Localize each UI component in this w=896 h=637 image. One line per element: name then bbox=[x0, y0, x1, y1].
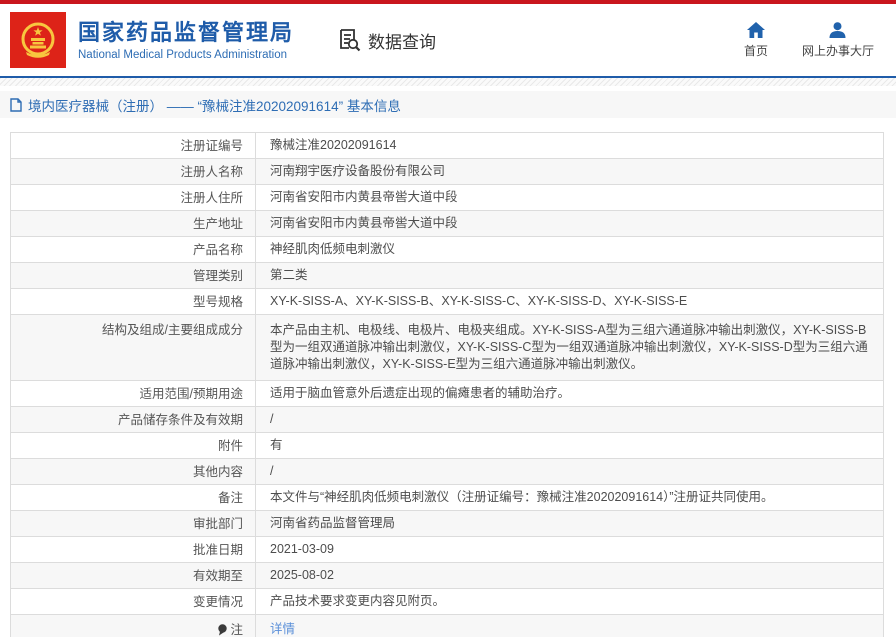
row-label: 附件 bbox=[11, 433, 256, 458]
row-value: 2021-03-09 bbox=[270, 542, 334, 556]
row-label: 结构及组成/主要组成成分 bbox=[11, 315, 256, 380]
home-icon bbox=[746, 21, 765, 38]
row-value: / bbox=[270, 412, 274, 426]
row-label-text: 附件 bbox=[217, 438, 243, 453]
row-label-text: 生产地址 bbox=[192, 216, 243, 231]
row-label-text: 注册人名称 bbox=[180, 164, 243, 179]
row-value: 第二类 bbox=[270, 268, 308, 282]
row-label: 注 bbox=[11, 615, 256, 637]
data-query-label: 数据查询 bbox=[368, 32, 437, 52]
row-label: 生产地址 bbox=[11, 211, 256, 236]
row-label-text: 有效期至 bbox=[192, 568, 243, 583]
row-label: 产品储存条件及有效期 bbox=[11, 407, 256, 432]
table-row: 变更情况 产品技术要求变更内容见附页。 bbox=[11, 588, 883, 614]
row-label-text: 变更情况 bbox=[192, 594, 243, 609]
row-label-text: 产品储存条件及有效期 bbox=[117, 412, 243, 427]
row-value: 河南省安阳市内黄县帝喾大道中段 bbox=[270, 190, 458, 204]
row-label-text: 注 bbox=[230, 622, 243, 637]
row-label-text: 型号规格 bbox=[192, 294, 243, 309]
nav-home[interactable]: 首页 bbox=[743, 21, 768, 59]
site-title-cn: 国家药品监督管理局 bbox=[78, 19, 295, 45]
table-row: 生产地址 河南省安阳市内黄县帝喾大道中段 bbox=[11, 210, 883, 236]
table-row: 注册人名称 河南翔宇医疗设备股份有限公司 bbox=[11, 158, 883, 184]
row-label-text: 产品名称 bbox=[192, 242, 243, 257]
info-table: 注册证编号 豫械注准20202091614 注册人名称 河南翔宇医疗设备股份有限… bbox=[10, 132, 884, 637]
detail-link[interactable]: 详情 bbox=[256, 615, 883, 637]
row-label-text: 其他内容 bbox=[192, 464, 243, 479]
row-value: 豫械注准20202091614 bbox=[270, 138, 397, 152]
row-label: 批准日期 bbox=[11, 537, 256, 562]
table-row: 产品储存条件及有效期 / bbox=[11, 406, 883, 432]
site-header: 国家药品监督管理局 National Medical Products Admi… bbox=[0, 4, 896, 76]
row-value: 本产品由主机、电极线、电极片、电极夹组成。XY-K-SISS-A型为三组六通道脉… bbox=[270, 323, 868, 371]
row-label-text: 注册证编号 bbox=[180, 138, 243, 153]
row-label-text: 注册人住所 bbox=[180, 190, 243, 205]
brand-block: 国家药品监督管理局 National Medical Products Admi… bbox=[78, 20, 294, 61]
table-row: 适用范围/预期用途 适用于脑血管意外后遗症出现的偏瘫患者的辅助治疗。 bbox=[11, 380, 883, 406]
row-label-text: 批准日期 bbox=[192, 542, 243, 557]
table-row: 型号规格 XY-K-SISS-A、XY-K-SISS-B、XY-K-SISS-C… bbox=[11, 288, 883, 314]
row-value: 神经肌肉低频电刺激仪 bbox=[270, 242, 396, 256]
row-label: 其他内容 bbox=[11, 459, 256, 484]
table-row: 批准日期 2021-03-09 bbox=[11, 536, 883, 562]
row-label-text: 结构及组成/主要组成成分 bbox=[102, 323, 243, 337]
national-emblem-icon bbox=[16, 18, 60, 62]
table-row: 审批部门 河南省药品监督管理局 bbox=[11, 510, 883, 536]
table-row: 结构及组成/主要组成成分 本产品由主机、电极线、电极片、电极夹组成。XY-K-S… bbox=[11, 314, 883, 380]
table-row: 注册证编号 豫械注准20202091614 bbox=[11, 133, 883, 158]
row-value: 适用于脑血管意外后遗症出现的偏瘫患者的辅助治疗。 bbox=[270, 386, 571, 400]
nav-online-service[interactable]: 网上办事大厅 bbox=[801, 21, 874, 59]
page-doc-icon bbox=[10, 97, 22, 112]
row-label: 变更情况 bbox=[11, 589, 256, 614]
row-label: 注册人名称 bbox=[11, 159, 256, 184]
table-row: 管理类别 第二类 bbox=[11, 262, 883, 288]
user-icon bbox=[829, 21, 846, 38]
row-label: 产品名称 bbox=[11, 237, 256, 262]
row-label: 备注 bbox=[11, 485, 256, 510]
nav-home-label: 首页 bbox=[743, 43, 768, 58]
row-label: 审批部门 bbox=[11, 511, 256, 536]
row-label: 管理类别 bbox=[11, 263, 256, 288]
row-value: XY-K-SISS-A、XY-K-SISS-B、XY-K-SISS-C、XY-K… bbox=[270, 294, 688, 308]
table-row: 附件 有 bbox=[11, 432, 883, 458]
table-row: 备注 本文件与“神经肌肉低频电刺激仪（注册证编号：豫械注准20202091614… bbox=[11, 484, 883, 510]
pin-icon bbox=[218, 623, 228, 636]
row-value: 产品技术要求变更内容见附页。 bbox=[270, 594, 446, 608]
row-value: 河南翔宇医疗设备股份有限公司 bbox=[270, 164, 446, 178]
header-nav: 首页 网上办事大厅 bbox=[743, 21, 874, 59]
data-query-tab[interactable]: 数据查询 bbox=[336, 27, 436, 53]
row-label: 注册证编号 bbox=[11, 133, 256, 158]
nmpa-logo[interactable] bbox=[10, 12, 66, 68]
row-label: 有效期至 bbox=[11, 563, 256, 588]
site-title-en: National Medical Products Administration bbox=[78, 48, 288, 61]
table-row: 其他内容 / bbox=[11, 458, 883, 484]
table-row: 有效期至 2025-08-02 bbox=[11, 562, 883, 588]
row-label: 注册人住所 bbox=[11, 185, 256, 210]
hatch-band bbox=[0, 78, 896, 86]
nav-online-service-label: 网上办事大厅 bbox=[801, 43, 874, 58]
table-row: 产品名称 神经肌肉低频电刺激仪 bbox=[11, 236, 883, 262]
breadcrumb-text: 境内医疗器械（注册） —— “豫械注准20202091614” 基本信息 bbox=[28, 98, 401, 114]
table-row: 注 详情 bbox=[11, 614, 883, 637]
table-row: 注册人住所 河南省安阳市内黄县帝喾大道中段 bbox=[11, 184, 883, 210]
doc-search-icon bbox=[336, 27, 362, 53]
row-label-text: 管理类别 bbox=[192, 268, 243, 283]
row-value: 有 bbox=[270, 438, 283, 452]
row-value: / bbox=[270, 464, 274, 478]
row-label-text: 备注 bbox=[217, 490, 243, 505]
row-value: 河南省安阳市内黄县帝喾大道中段 bbox=[270, 216, 458, 230]
row-label: 型号规格 bbox=[11, 289, 256, 314]
row-label: 适用范围/预期用途 bbox=[11, 381, 256, 406]
row-value: 河南省药品监督管理局 bbox=[270, 516, 396, 530]
row-value: 本文件与“神经肌肉低频电刺激仪（注册证编号：豫械注准20202091614）”注… bbox=[270, 490, 774, 504]
row-label-text: 适用范围/预期用途 bbox=[139, 386, 243, 401]
breadcrumb: 境内医疗器械（注册） —— “豫械注准20202091614” 基本信息 bbox=[0, 91, 896, 118]
row-value: 2025-08-02 bbox=[270, 568, 334, 582]
row-label-text: 审批部门 bbox=[192, 516, 243, 531]
